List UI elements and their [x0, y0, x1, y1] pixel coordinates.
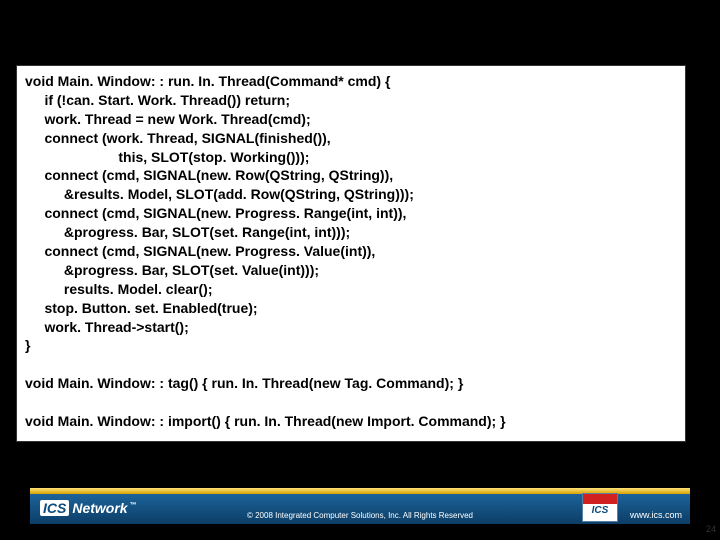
code-text: void Main. Window: : run. In. Thread(Com…	[25, 72, 677, 431]
trademark: ™	[130, 502, 137, 509]
page-number: 24	[706, 524, 716, 534]
footer-url: www.ics.com	[630, 510, 682, 520]
slide: void Main. Window: : run. In. Thread(Com…	[0, 0, 720, 540]
footer-bar: ICS Network ™ © 2008 Integrated Computer…	[30, 488, 690, 524]
ics-logo: ICS	[582, 493, 618, 522]
code-container: void Main. Window: : run. In. Thread(Com…	[16, 65, 686, 442]
logo-red-bar	[583, 494, 617, 504]
logo-text: ICS	[583, 504, 617, 516]
